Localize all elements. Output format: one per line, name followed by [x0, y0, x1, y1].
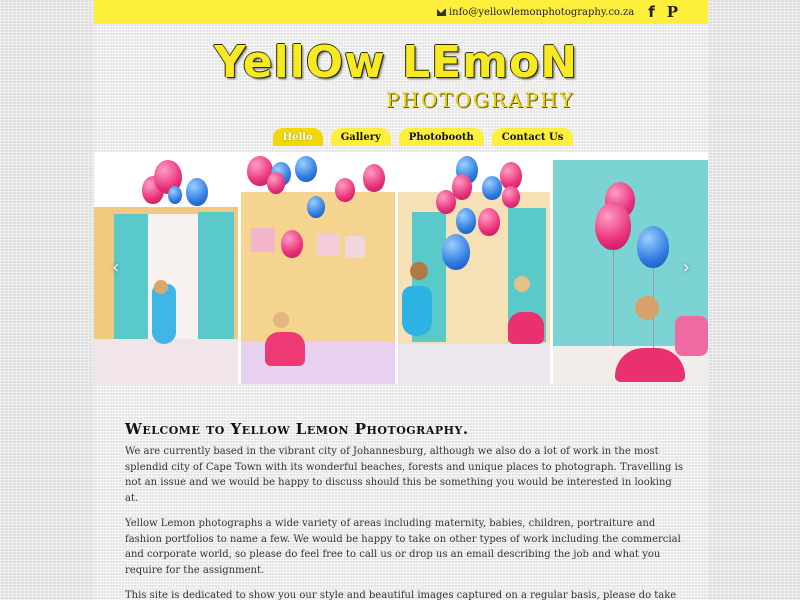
logo-title[interactable]: YellOw LEmoN: [94, 38, 708, 88]
slide-photo-2: [241, 152, 395, 384]
nav-tab-photobooth[interactable]: Photobooth: [398, 128, 484, 146]
welcome-paragraph-1: We are currently based in the vibrant ci…: [125, 446, 683, 504]
page-container: info@yellowlemonphotography.co.za f P Ye…: [94, 0, 708, 600]
site-logo[interactable]: YellOw LEmoN PHOTOGRAPHY: [94, 38, 708, 113]
email-link[interactable]: info@yellowlemonphotography.co.za: [436, 7, 634, 18]
logo-subtitle[interactable]: PHOTOGRAPHY: [386, 88, 575, 112]
main-nav: Hello Gallery Photobooth Contact Us: [94, 128, 708, 146]
welcome-section: Welcome to Yellow Lemon Photography. We …: [125, 420, 685, 600]
nav-tab-gallery[interactable]: Gallery: [330, 128, 391, 146]
nav-tab-contact[interactable]: Contact Us: [491, 128, 574, 146]
slider-next-arrow[interactable]: ›: [683, 257, 690, 278]
welcome-heading: Welcome to Yellow Lemon Photography.: [125, 420, 469, 438]
pinterest-icon[interactable]: P: [667, 3, 678, 21]
envelope-icon: [436, 8, 446, 16]
slide-photo-4: ›: [553, 152, 708, 384]
slider-prev-arrow[interactable]: ‹: [112, 257, 119, 278]
welcome-paragraph-3: This site is dedicated to show you our s…: [125, 590, 677, 600]
image-slider[interactable]: ‹ ›: [94, 152, 708, 384]
slide-photo-3: [398, 152, 550, 384]
facebook-icon[interactable]: f: [648, 3, 655, 21]
top-bar: info@yellowlemonphotography.co.za f P: [94, 0, 708, 24]
welcome-paragraph-2: Yellow Lemon photographs a wide variety …: [125, 518, 681, 576]
slide-photo-1: ‹: [94, 152, 238, 384]
nav-tab-hello[interactable]: Hello: [272, 128, 323, 146]
email-text[interactable]: info@yellowlemonphotography.co.za: [449, 7, 634, 18]
